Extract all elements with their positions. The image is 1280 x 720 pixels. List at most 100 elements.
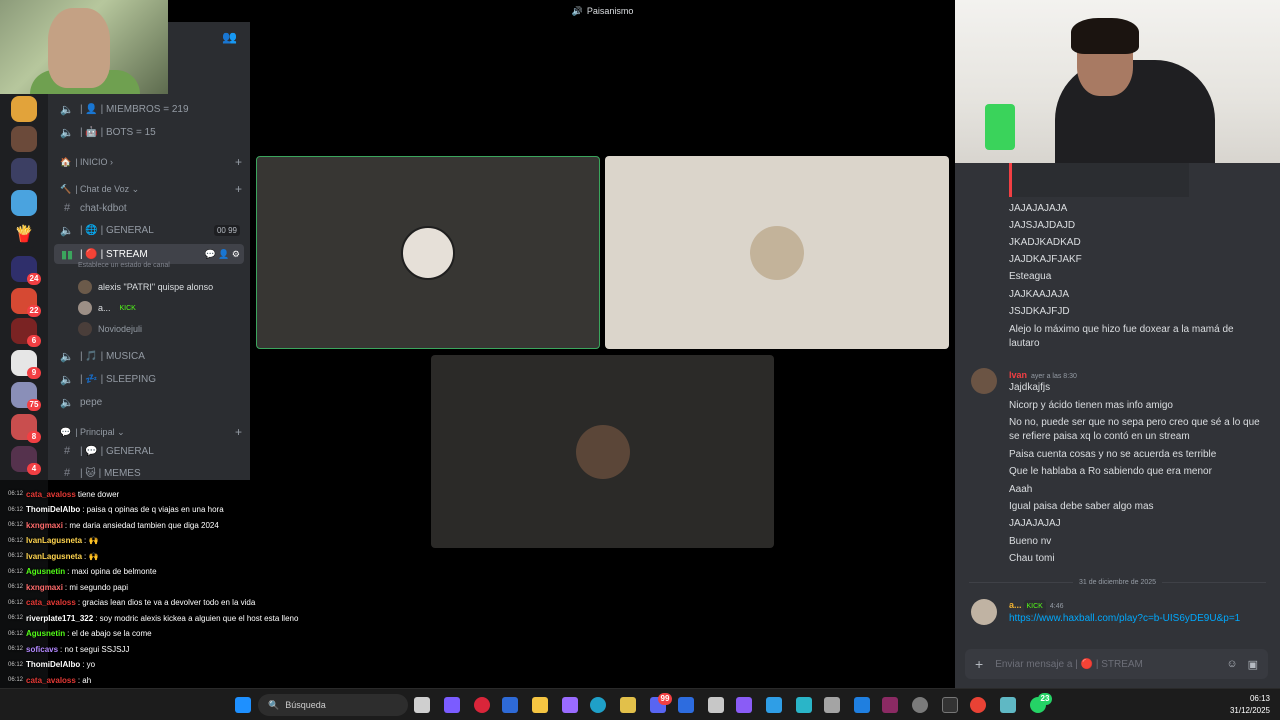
task-view-icon[interactable] <box>414 697 430 713</box>
stream-chat-overlay: 06:12 cata_avaloss tiene dower 06:12 ThomiDe… <box>0 480 330 720</box>
whatsapp-icon[interactable]: 23 <box>1030 693 1052 713</box>
stream-chat-message: 06:12 kxngmaxi: mi segundo papi <box>8 580 324 594</box>
add-channel-icon[interactable]: + <box>235 155 242 169</box>
house-icon: 🏠 <box>60 156 72 167</box>
server-icon[interactable]: 9 <box>11 350 41 379</box>
channel-musica[interactable]: 🔈 | 🎵 | MUSICA <box>54 346 244 366</box>
channel-bots[interactable]: 🔈 | 🤖 | BOTS = 15 <box>54 122 244 142</box>
voice-user[interactable]: a... KICK <box>78 298 242 318</box>
settings-icon[interactable] <box>912 697 928 713</box>
category-principal[interactable]: 💬 | Principal ⌄ + <box>60 424 242 440</box>
stream-chat-message: 06:12 soficavs: no t segui SSJSJJ <box>8 642 324 656</box>
stream-chat-time: 06:12 <box>8 630 24 637</box>
webcam-figure <box>48 8 110 88</box>
stream-chat-username: soficavs <box>26 644 59 654</box>
app-icon[interactable] <box>562 697 578 713</box>
message-link[interactable]: https://www.haxball.com/play?c=b-UIS6yDE… <box>1009 612 1266 626</box>
opera-icon[interactable] <box>474 697 490 713</box>
stream-chat-username: cata_avaloss <box>26 675 76 685</box>
windows-start-icon[interactable] <box>235 697 251 713</box>
stream-chat-time: 06:12 <box>8 506 24 513</box>
app-icon[interactable] <box>444 697 460 713</box>
server-icon[interactable]: 8 <box>11 414 41 443</box>
channel-status-hint[interactable]: Establece un estado de canal <box>78 262 170 269</box>
voice-user[interactable]: Noviodejuli <box>78 319 242 339</box>
store-icon[interactable] <box>502 697 518 713</box>
emoji-icon[interactable]: ☺ <box>1226 658 1237 670</box>
channel-miembros[interactable]: 🔈 | 👤 | MIEMBROS = 219 <box>54 99 244 119</box>
stream-chat-text: : soy modric alexis kickea a alguien que… <box>95 613 299 623</box>
avatar[interactable] <box>971 368 997 394</box>
channel-sleeping[interactable]: 🔈 | 💤 | SLEEPING <box>54 369 244 389</box>
folder-icon[interactable] <box>532 697 548 713</box>
message-time: ayer a las 8:30 <box>1031 373 1077 380</box>
message-text: JAJAJAJAJ <box>1009 518 1061 529</box>
taskbar-search[interactable]: 🔍 Búsqueda <box>258 694 408 716</box>
server-icon[interactable] <box>11 96 37 122</box>
message-author[interactable]: lvan <box>1009 370 1027 380</box>
server-icon[interactable] <box>11 158 37 184</box>
notepad-icon[interactable] <box>796 697 812 713</box>
speaker-icon: 🔈 <box>60 126 74 139</box>
category-chat-de-voz[interactable]: 🔨 | Chat de Voz ⌄ + <box>60 181 242 197</box>
message-text: Nicorp y ácido tienen mas info amigo <box>1009 400 1173 411</box>
stream-chat-text: : 🙌 <box>84 536 99 545</box>
server-icon[interactable]: 6 <box>11 318 41 347</box>
server-icon[interactable]: 75 <box>11 382 41 411</box>
search-label: Búsqueda <box>285 700 326 710</box>
kick-badge: KICK <box>116 304 139 312</box>
channel-pepe[interactable]: 🔈 pepe <box>54 392 244 412</box>
app-icon[interactable] <box>766 697 782 713</box>
speaker-icon: 🔈 <box>60 373 74 386</box>
channel-label: pepe <box>80 396 103 408</box>
add-channel-icon[interactable]: + <box>235 425 242 439</box>
avatar[interactable] <box>971 599 997 625</box>
app-icon[interactable] <box>824 697 840 713</box>
message-text: JAJKAAJAJA <box>1009 289 1070 300</box>
participant-tile[interactable] <box>605 156 949 349</box>
participant-tile[interactable] <box>431 355 774 548</box>
server-icon[interactable] <box>11 126 37 152</box>
participant-tile[interactable] <box>256 156 600 349</box>
add-channel-icon[interactable]: + <box>235 182 242 196</box>
app-icon[interactable] <box>620 697 636 713</box>
app-icon[interactable] <box>1000 697 1016 713</box>
channel-memes[interactable]: # | 🐱 | MEMES <box>54 463 244 480</box>
server-icon[interactable] <box>11 190 37 216</box>
chrome-icon[interactable] <box>970 697 986 713</box>
channel-general-text[interactable]: # | 💬 | GENERAL <box>54 441 244 461</box>
message-author[interactable]: a... <box>1009 600 1022 610</box>
channel-label: | 🤖 | BOTS = 15 <box>80 126 156 138</box>
add-friend-icon[interactable]: 👥 <box>222 30 237 44</box>
avatar <box>78 280 92 294</box>
server-icon[interactable]: 24 <box>11 256 41 285</box>
discord-icon[interactable]: 99 <box>650 693 672 713</box>
message-text: Aaah <box>1009 484 1033 495</box>
app-icon[interactable] <box>736 697 752 713</box>
message-text: JSJDKAJFJD <box>1009 306 1070 317</box>
stream-chat-username: cata_avaloss <box>26 489 76 499</box>
system-clock[interactable]: 06:13 31/12/2025 <box>1230 693 1270 717</box>
message-text: JAJSJAJDAJD <box>1009 220 1076 231</box>
app-icon[interactable] <box>854 697 870 713</box>
winrar-icon[interactable] <box>882 697 898 713</box>
plus-icon[interactable]: + <box>975 656 983 672</box>
channel-chat-kdbot[interactable]: # chat-kdbot <box>54 198 244 218</box>
app-icon[interactable] <box>678 697 694 713</box>
terminal-icon[interactable] <box>942 697 958 713</box>
channel-stream[interactable]: ▮▮ | 🔴 | STREAM 💬 👤 ⚙ <box>54 244 244 264</box>
message-input[interactable]: + Enviar mensaje a | 🔴 | STREAM ☺ ▣ <box>965 649 1268 679</box>
server-icon[interactable]: 4 <box>11 446 41 475</box>
server-badge: 75 <box>27 399 41 411</box>
voice-user[interactable]: alexis "PATRI" quispe alonso <box>78 277 242 297</box>
ccleaner-icon[interactable] <box>708 697 724 713</box>
edge-icon[interactable] <box>590 697 606 713</box>
gif-icon[interactable]: ▣ <box>1248 658 1258 671</box>
channel-general-voice[interactable]: 🔈 | 🌐 | GENERAL 00 99 <box>54 220 244 240</box>
server-icon[interactable]: 22 <box>11 288 41 317</box>
stream-chat-time: 06:12 <box>8 553 24 559</box>
category-inicio[interactable]: 🏠 | INICIO › + <box>60 154 242 170</box>
stream-chat-message: 06:12 cata_avaloss: gracias lean dios te … <box>8 596 324 610</box>
server-icon[interactable]: 🍟 <box>11 222 37 248</box>
avatar <box>401 225 455 280</box>
